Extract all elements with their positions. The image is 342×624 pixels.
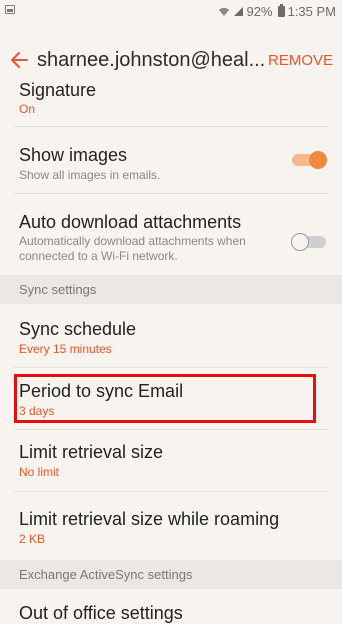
exchange-settings-label: Exchange ActiveSync settings bbox=[19, 567, 193, 582]
signature-setting[interactable]: Signature On bbox=[0, 80, 342, 124]
status-indicators: 92% 1:35 PM bbox=[218, 4, 336, 19]
limit-retrieval-setting[interactable]: Limit retrieval size No limit bbox=[0, 430, 342, 490]
clock: 1:35 PM bbox=[287, 4, 336, 19]
show-images-setting[interactable]: Show images Show all images in emails. bbox=[0, 127, 342, 192]
auto-download-setting[interactable]: Auto download attachments Automatically … bbox=[0, 194, 342, 274]
sync-schedule-value: Every 15 minutes bbox=[19, 342, 112, 356]
signature-title: Signature bbox=[19, 80, 97, 100]
back-arrow-icon[interactable] bbox=[10, 51, 28, 69]
limit-retrieval-roaming-setting[interactable]: Limit retrieval size while roaming 2 KB bbox=[0, 492, 342, 559]
show-images-title: Show images bbox=[19, 145, 128, 165]
auto-download-description-line2: connected to a Wi-Fi network. bbox=[19, 249, 178, 263]
auto-download-title: Auto download attachments bbox=[19, 212, 242, 232]
auto-download-toggle[interactable] bbox=[291, 233, 328, 251]
auto-download-description-line1: Automatically download attachments when bbox=[19, 234, 246, 248]
status-bar: 92% 1:35 PM bbox=[0, 0, 342, 22]
account-title: sharnee.johnston@heal... bbox=[37, 49, 266, 71]
sync-settings-header: Sync settings bbox=[0, 275, 342, 304]
battery-percent: 92% bbox=[246, 4, 273, 19]
battery-icon bbox=[277, 4, 285, 17]
notification-icon bbox=[5, 5, 15, 14]
period-to-sync-title: Period to sync Email bbox=[19, 381, 184, 401]
sync-schedule-setting[interactable]: Sync schedule Every 15 minutes bbox=[0, 304, 342, 366]
show-images-toggle[interactable] bbox=[292, 151, 328, 169]
signature-value: On bbox=[19, 102, 36, 116]
show-images-description: Show all images in emails. bbox=[19, 168, 161, 182]
out-of-office-title: Out of office settings bbox=[19, 603, 183, 623]
remove-button[interactable]: REMOVE bbox=[268, 52, 333, 69]
period-to-sync-setting[interactable]: Period to sync Email 3 days bbox=[0, 368, 342, 428]
wifi-icon bbox=[218, 7, 229, 16]
sync-schedule-title: Sync schedule bbox=[19, 319, 137, 339]
out-of-office-setting[interactable]: Out of office settings bbox=[0, 589, 342, 623]
signal-icon bbox=[233, 7, 243, 16]
limit-retrieval-value: No limit bbox=[19, 465, 60, 479]
sync-settings-label: Sync settings bbox=[19, 282, 97, 297]
period-to-sync-value: 3 days bbox=[19, 404, 55, 418]
app-bar: sharnee.johnston@heal... REMOVE bbox=[0, 38, 342, 82]
limit-retrieval-roaming-value: 2 KB bbox=[19, 532, 46, 546]
exchange-settings-header: Exchange ActiveSync settings bbox=[0, 560, 342, 589]
limit-retrieval-roaming-title: Limit retrieval size while roaming bbox=[19, 509, 280, 529]
limit-retrieval-title: Limit retrieval size bbox=[19, 442, 164, 462]
